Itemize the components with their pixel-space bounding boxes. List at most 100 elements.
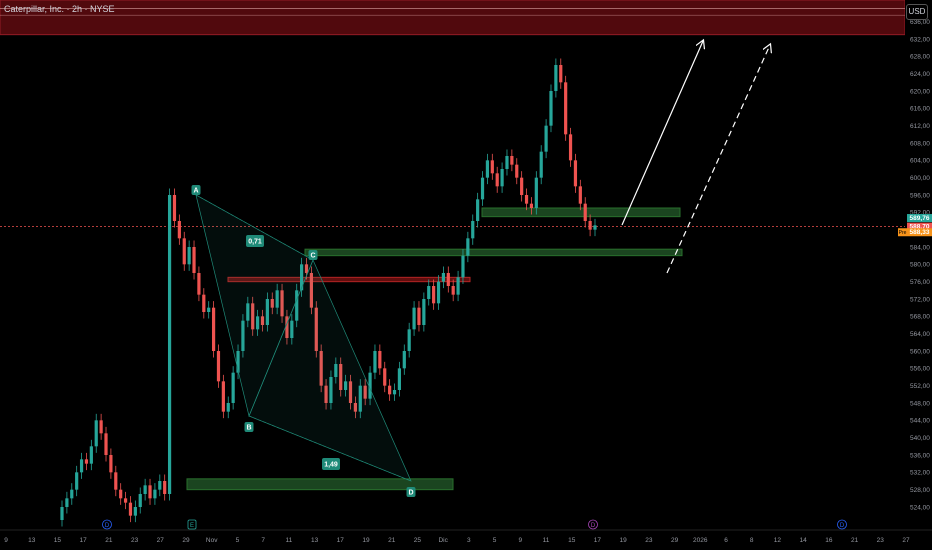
time-tick-label: 9 bbox=[518, 537, 522, 544]
time-tick-label: 27 bbox=[157, 537, 165, 544]
currency-badge[interactable]: USD bbox=[906, 4, 928, 20]
price-tick-label: 528,00 bbox=[910, 487, 930, 494]
price-tick-label: 564,00 bbox=[910, 331, 930, 338]
price-tick-label: 536,00 bbox=[910, 452, 930, 459]
zone-support-1 bbox=[481, 207, 681, 218]
candle-body bbox=[167, 195, 172, 494]
price-tick-label: 584,00 bbox=[910, 244, 930, 251]
candle-body bbox=[397, 368, 402, 390]
candle-body bbox=[534, 177, 538, 208]
candle-body bbox=[373, 351, 377, 373]
candle-body bbox=[559, 65, 563, 83]
candle-body bbox=[480, 177, 485, 200]
candle-body bbox=[524, 195, 529, 204]
candle-body bbox=[65, 498, 69, 507]
price-tick-label: 600,00 bbox=[910, 175, 930, 182]
candle-body bbox=[89, 446, 93, 464]
candle-body bbox=[163, 481, 167, 494]
candle-body bbox=[466, 238, 470, 256]
candle-body bbox=[388, 385, 392, 395]
candle-body bbox=[441, 273, 446, 282]
time-tick-label: 17 bbox=[80, 537, 88, 544]
candle-body bbox=[407, 329, 411, 351]
candle-body bbox=[427, 286, 431, 299]
time-tick-label: 27 bbox=[902, 537, 910, 544]
candle-body bbox=[383, 368, 387, 386]
candle-body bbox=[94, 420, 98, 447]
candle-body bbox=[476, 199, 480, 221]
candle-body bbox=[182, 238, 186, 265]
candle-body bbox=[461, 255, 465, 278]
candle-body bbox=[153, 489, 157, 499]
candle-body bbox=[568, 134, 573, 161]
candle-body bbox=[84, 459, 89, 464]
candle-body bbox=[148, 485, 152, 499]
candle-body bbox=[422, 299, 426, 325]
projection-arrow-solid bbox=[621, 41, 703, 226]
price-tick-label: 608,00 bbox=[910, 140, 930, 147]
price-tick-label: 568,00 bbox=[910, 314, 930, 321]
candle-body bbox=[202, 294, 206, 312]
pattern-point-label: B bbox=[246, 425, 251, 432]
zones-layer bbox=[0, 0, 906, 491]
candle-body bbox=[114, 472, 118, 490]
time-tick-label: 23 bbox=[645, 537, 653, 544]
time-tick-label: 29 bbox=[182, 537, 190, 544]
event-marker-label: D bbox=[105, 523, 110, 529]
time-tick-label: 11 bbox=[285, 537, 292, 544]
time-tick-label: 25 bbox=[414, 537, 422, 544]
price-tick-label: 636,00 bbox=[910, 19, 930, 26]
event-marker-label: D bbox=[591, 523, 596, 529]
pattern-ratio-label: 1,49 bbox=[324, 462, 338, 469]
candle-body bbox=[79, 459, 84, 473]
time-tick-label: 23 bbox=[131, 537, 139, 544]
candle-body bbox=[417, 307, 421, 325]
time-tick-label: 17 bbox=[337, 537, 345, 544]
candle-body bbox=[187, 247, 191, 265]
candles-layer bbox=[60, 58, 597, 527]
price-axis-bg bbox=[905, 0, 932, 550]
pattern-ratio-label: 0,71 bbox=[248, 239, 262, 246]
candle-body bbox=[197, 273, 201, 295]
candle-body bbox=[138, 494, 142, 507]
candle-body bbox=[128, 502, 133, 516]
time-tick-label: 17 bbox=[594, 537, 602, 544]
time-tick-label: 29 bbox=[671, 537, 679, 544]
candle-body bbox=[123, 498, 128, 503]
price-tick-label: 580,00 bbox=[910, 262, 930, 269]
time-tick-label: 2026 bbox=[693, 537, 708, 544]
candle-body bbox=[539, 151, 543, 178]
candle-body bbox=[378, 351, 382, 369]
candle-body bbox=[172, 195, 177, 221]
price-tick-label: 572,00 bbox=[910, 296, 930, 303]
time-tick-label: 8 bbox=[750, 537, 754, 544]
pattern-point-label: C bbox=[310, 253, 315, 260]
symbol-header: Caterpillar, Inc. · 2h · NYSE bbox=[4, 4, 115, 14]
price-axis[interactable]: 524,00 528,00 532,00 536,00 540,00 544,00 548,… bbox=[898, 0, 932, 550]
candle-body bbox=[446, 273, 450, 286]
candle-body bbox=[485, 160, 490, 178]
candle-body bbox=[192, 247, 196, 273]
candle-body bbox=[412, 307, 416, 330]
candle-body bbox=[133, 507, 137, 516]
candle-body bbox=[471, 221, 475, 239]
price-tick-label: 544,00 bbox=[910, 418, 930, 425]
time-tick-label: Nov bbox=[206, 537, 218, 544]
projection-arrow-dashed bbox=[666, 45, 770, 274]
time-tick-label: 21 bbox=[388, 537, 396, 544]
price-chart[interactable]: A B C D 0,71 1,49 524,00 528,00 532,00 536,00 540… bbox=[0, 0, 932, 550]
candle-body bbox=[221, 381, 225, 412]
candle-body bbox=[158, 481, 162, 490]
time-tick-label: 21 bbox=[105, 537, 113, 544]
candle-body bbox=[544, 125, 548, 152]
time-tick-label: 15 bbox=[54, 537, 62, 544]
candle-body bbox=[578, 186, 582, 204]
candle-body bbox=[529, 203, 534, 208]
candle-body bbox=[583, 203, 587, 221]
zone-support-2 bbox=[304, 248, 683, 257]
candle-body bbox=[432, 286, 436, 304]
time-tick-label: 5 bbox=[236, 537, 240, 544]
candle-body bbox=[207, 307, 211, 312]
time-tick-label: 16 bbox=[825, 537, 833, 544]
time-axis[interactable]: 9 13 15 17 21 23 27 29 Nov 5 7 11 13 17 19 21 25 Dic 3 5 9 11… bbox=[0, 529, 932, 544]
